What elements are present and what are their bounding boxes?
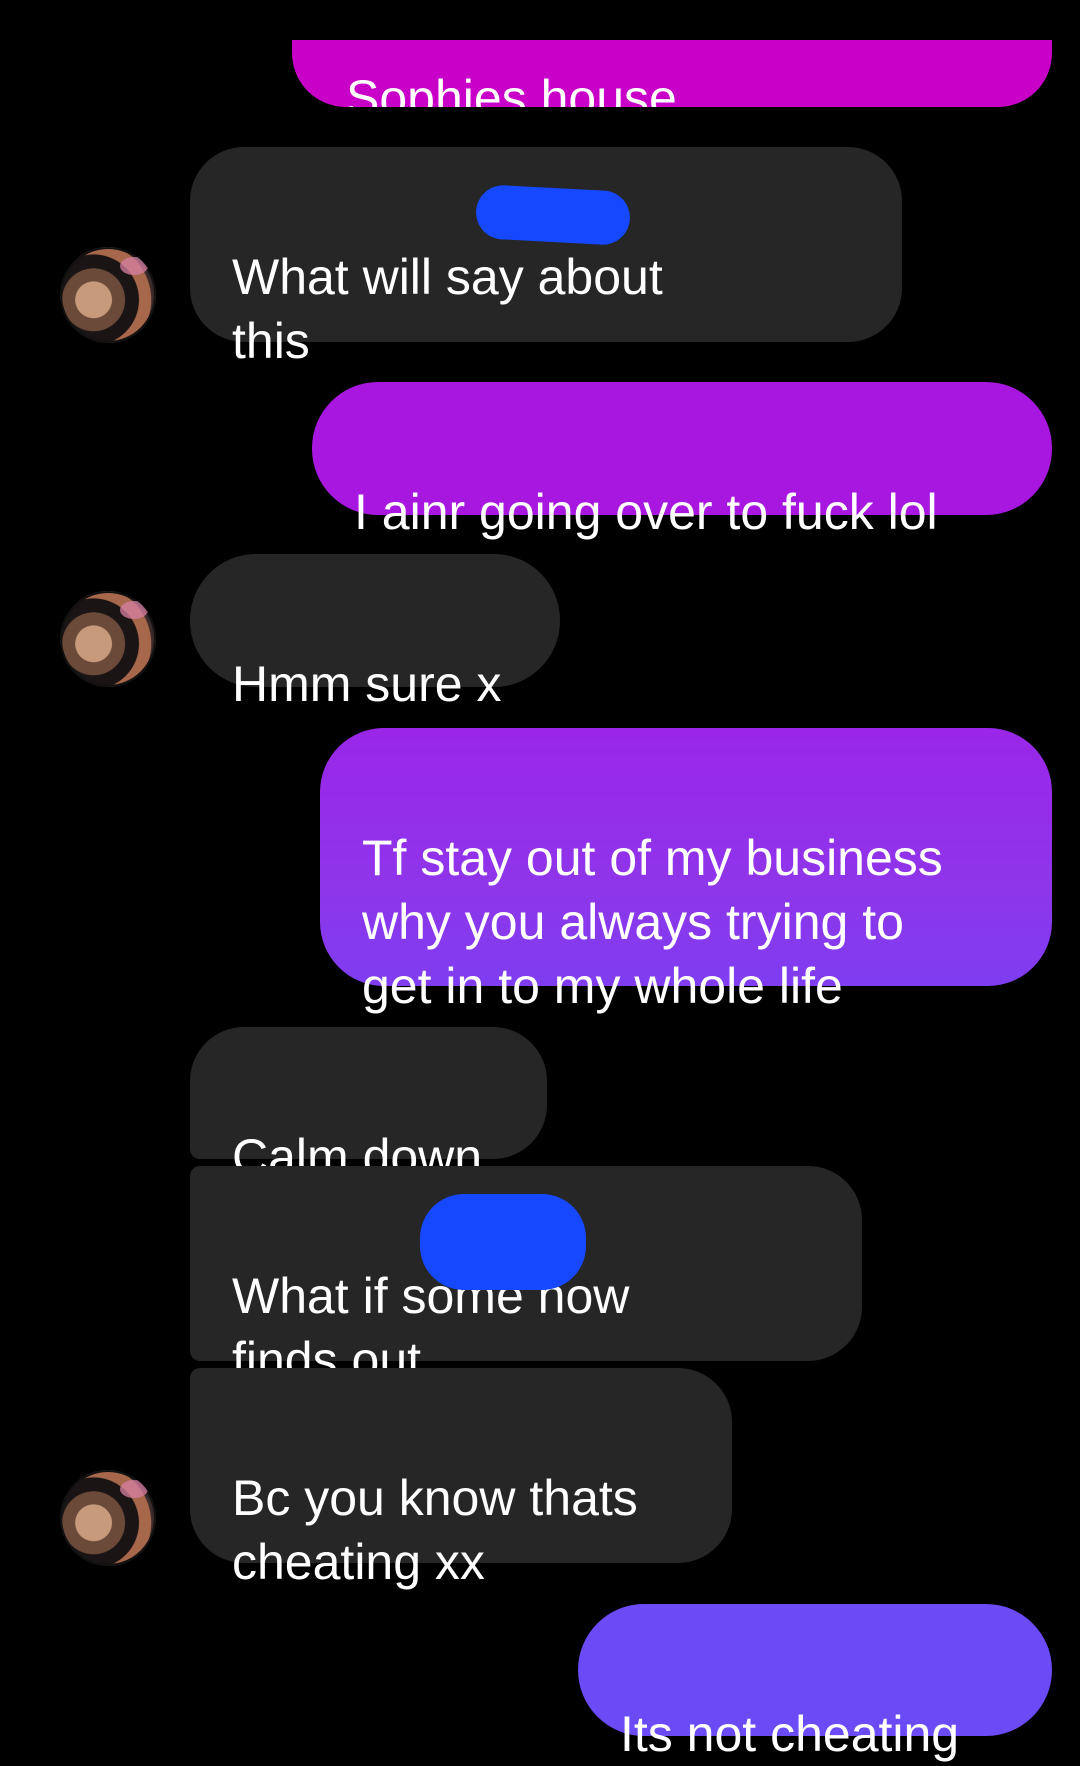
avatar[interactable]	[60, 1470, 156, 1566]
message-text: Its not cheating	[620, 1706, 960, 1762]
redaction-mark	[420, 1194, 586, 1290]
outgoing-message-bubble-1[interactable]: Sophies house	[292, 40, 1052, 107]
message-text: Sophies house	[346, 70, 677, 107]
outgoing-message-bubble-3[interactable]: Tf stay out of my business why you alway…	[320, 728, 1052, 1014]
outgoing-message-bubble-4[interactable]: Its not cheating	[578, 1604, 1052, 1762]
incoming-message-bubble-1[interactable]: What will say about this	[190, 147, 902, 369]
incoming-message-bubble-2[interactable]: Hmm sure x	[190, 554, 560, 712]
message-text: I ainr going over to fuck lol	[354, 484, 938, 540]
incoming-message-bubble-3[interactable]: Calm down	[190, 1027, 547, 1185]
outgoing-message-bubble-2[interactable]: I ainr going over to fuck lol	[312, 382, 1052, 540]
message-text: Hmm sure x	[232, 656, 502, 712]
redaction-mark	[474, 184, 632, 246]
avatar[interactable]	[60, 247, 156, 343]
message-text: What will say about this	[232, 249, 663, 369]
incoming-message-bubble-5[interactable]: Bc you know thats cheating xx	[190, 1368, 732, 1590]
message-text: Tf stay out of my business why you alway…	[362, 830, 943, 1014]
message-text: Bc you know thats cheating xx	[232, 1470, 638, 1590]
avatar[interactable]	[60, 591, 156, 687]
